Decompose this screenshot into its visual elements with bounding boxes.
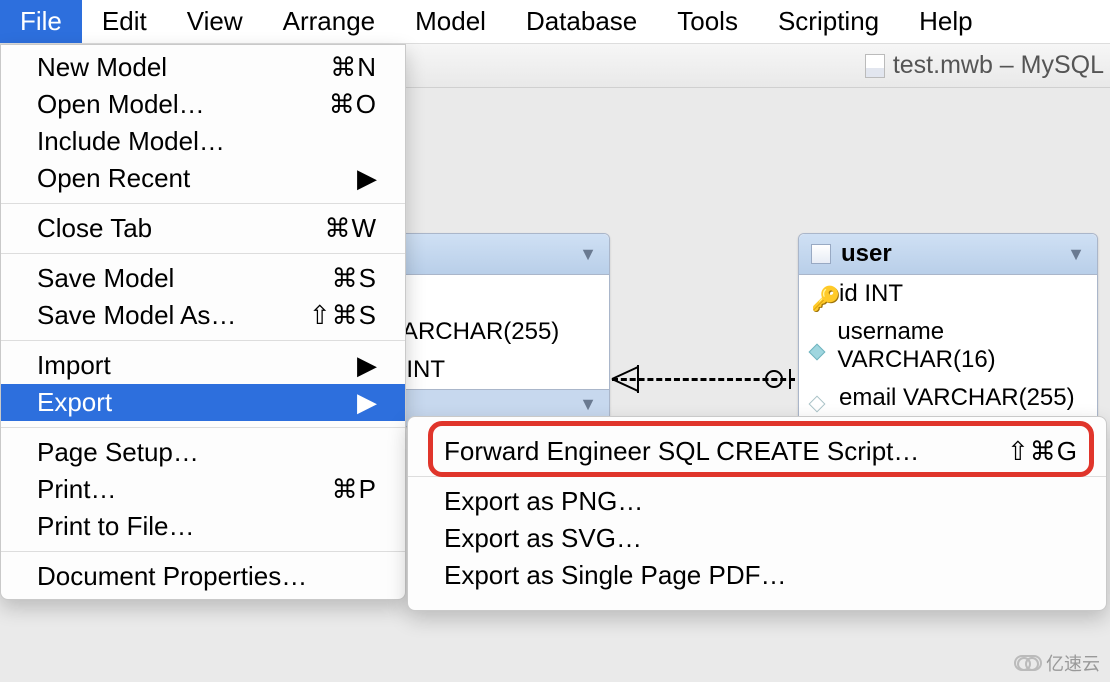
column-row[interactable]: username VARCHAR(16) xyxy=(799,313,1097,379)
menu-tools[interactable]: Tools xyxy=(657,0,758,43)
chevron-down-icon[interactable]: ▼ xyxy=(1067,244,1085,265)
menu-scripting[interactable]: Scripting xyxy=(758,0,899,43)
menu-label: Print… xyxy=(37,474,116,505)
menu-label: Print to File… xyxy=(37,511,195,542)
menu-item-forward-engineer[interactable]: Forward Engineer SQL CREATE Script… ⇧⌘G xyxy=(408,433,1106,470)
menu-help[interactable]: Help xyxy=(899,0,992,43)
menu-shortcut: ⌘N xyxy=(290,52,377,83)
menu-item-print-to-file[interactable]: Print to File… xyxy=(1,508,405,545)
column-row[interactable]: email VARCHAR(255) xyxy=(799,379,1097,417)
menu-item-export-png[interactable]: Export as PNG… xyxy=(408,483,1106,520)
menu-label: Export as Single Page PDF… xyxy=(444,560,787,591)
menu-item-print[interactable]: Print… ⌘P xyxy=(1,471,405,508)
column-text: email VARCHAR(255) xyxy=(839,384,1075,412)
menu-label: Import xyxy=(37,350,111,381)
menu-item-save-model[interactable]: Save Model ⌘S xyxy=(1,260,405,297)
watermark-icon xyxy=(1014,655,1042,671)
menu-item-export[interactable]: Export ▶ xyxy=(1,384,405,421)
menu-edit[interactable]: Edit xyxy=(82,0,167,43)
menu-label: Export xyxy=(37,387,112,418)
menu-item-new-model[interactable]: New Model ⌘N xyxy=(1,49,405,86)
chevron-down-icon[interactable]: ▼ xyxy=(579,244,597,265)
crowfoot-many-icon xyxy=(608,363,646,395)
table-name: user xyxy=(841,240,892,268)
menu-shortcut: ⌘O xyxy=(289,89,377,120)
window-title: test.mwb – MySQL xyxy=(893,51,1104,80)
key-icon: 🔑 xyxy=(811,285,829,303)
column-row[interactable]: 🔑 id INT xyxy=(799,275,1097,313)
menu-model[interactable]: Model xyxy=(395,0,506,43)
menu-item-include-model[interactable]: Include Model… xyxy=(1,123,405,160)
menu-shortcut: ⌘S xyxy=(292,263,377,294)
diamond-icon xyxy=(811,389,829,407)
menu-label: Export as PNG… xyxy=(444,486,643,517)
menu-item-export-pdf[interactable]: Export as Single Page PDF… xyxy=(408,557,1106,594)
column-text: username VARCHAR(16) xyxy=(837,318,1085,374)
menu-label: Export as SVG… xyxy=(444,523,642,554)
table-header-user[interactable]: user ▼ xyxy=(799,234,1097,275)
one-ring-icon xyxy=(762,367,798,391)
menu-separator xyxy=(1,427,405,428)
column-text: id INT xyxy=(839,280,903,308)
menu-label: Save Model xyxy=(37,263,174,294)
menu-separator xyxy=(408,476,1106,477)
menu-label: Include Model… xyxy=(37,126,225,157)
menu-item-open-recent[interactable]: Open Recent ▶ xyxy=(1,160,405,197)
watermark: 亿速云 xyxy=(1014,650,1100,676)
menu-label: Save Model As… xyxy=(37,300,236,331)
menu-separator xyxy=(1,340,405,341)
menu-label: Page Setup… xyxy=(37,437,199,468)
menu-shortcut: ⌘W xyxy=(284,213,377,244)
menu-database[interactable]: Database xyxy=(506,0,657,43)
menu-file[interactable]: File xyxy=(0,0,82,43)
menu-separator xyxy=(1,253,405,254)
menu-item-open-model[interactable]: Open Model… ⌘O xyxy=(1,86,405,123)
menu-shortcut: ⇧⌘S xyxy=(269,300,377,331)
menu-label: Open Model… xyxy=(37,89,205,120)
menu-separator xyxy=(1,203,405,204)
menu-item-document-properties[interactable]: Document Properties… xyxy=(1,558,405,595)
menu-label: Forward Engineer SQL CREATE Script… xyxy=(444,436,919,467)
menu-separator xyxy=(1,551,405,552)
menu-item-import[interactable]: Import ▶ xyxy=(1,347,405,384)
menu-view[interactable]: View xyxy=(167,0,263,43)
submenu-arrow-icon: ▶ xyxy=(317,163,377,194)
menu-item-page-setup[interactable]: Page Setup… xyxy=(1,434,405,471)
menubar: File Edit View Arrange Model Database To… xyxy=(0,0,1110,44)
file-menu-dropdown: New Model ⌘N Open Model… ⌘O Include Mode… xyxy=(0,44,406,600)
menu-shortcut: ⇧⌘G xyxy=(967,436,1078,467)
menu-arrange[interactable]: Arrange xyxy=(263,0,396,43)
submenu-arrow-icon: ▶ xyxy=(317,350,377,381)
menu-label: Document Properties… xyxy=(37,561,307,592)
table-icon xyxy=(811,244,831,264)
diamond-icon xyxy=(811,337,827,355)
document-icon xyxy=(865,54,885,78)
export-submenu: Forward Engineer SQL CREATE Script… ⇧⌘G … xyxy=(407,416,1107,611)
watermark-text: 亿速云 xyxy=(1046,650,1100,676)
menu-item-save-model-as[interactable]: Save Model As… ⇧⌘S xyxy=(1,297,405,334)
submenu-arrow-icon: ▶ xyxy=(317,387,377,418)
menu-shortcut: ⌘P xyxy=(292,474,377,505)
menu-label: Close Tab xyxy=(37,213,152,244)
menu-item-export-svg[interactable]: Export as SVG… xyxy=(408,520,1106,557)
menu-item-close-tab[interactable]: Close Tab ⌘W xyxy=(1,210,405,247)
menu-label: New Model xyxy=(37,52,167,83)
menu-label: Open Recent xyxy=(37,163,190,194)
